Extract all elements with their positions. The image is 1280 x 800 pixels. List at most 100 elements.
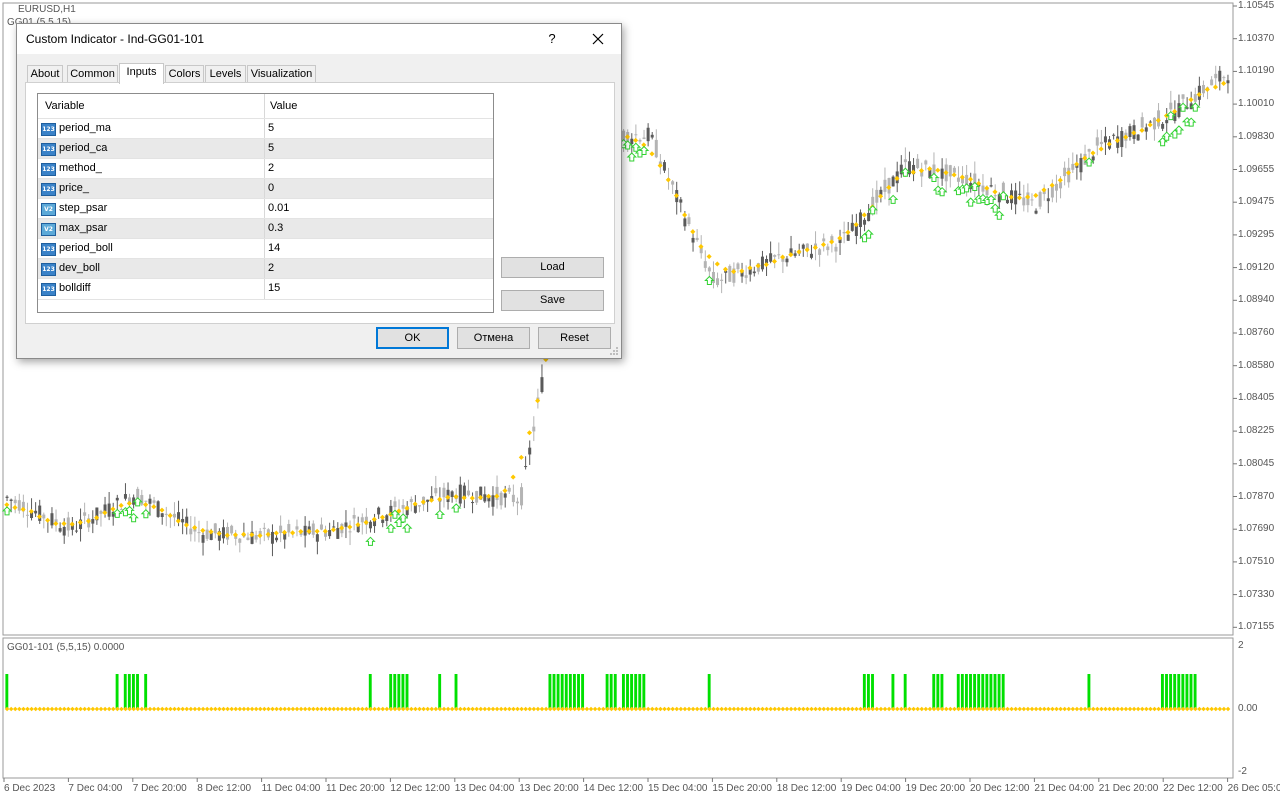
param-value[interactable]: 0 <box>268 182 274 194</box>
param-value[interactable]: 14 <box>268 242 280 254</box>
candle-body <box>1148 121 1152 123</box>
time-tick-label: 13 Dec 04:00 <box>454 783 515 794</box>
candle-body <box>899 164 903 175</box>
candle-body <box>646 127 650 142</box>
ma-dot <box>36 514 43 520</box>
zero-line-dot <box>846 706 851 712</box>
ma-dot <box>690 229 696 235</box>
ma-dot <box>796 249 802 255</box>
tab-visualization[interactable]: Visualization <box>247 65 316 83</box>
ma-dot <box>665 177 671 183</box>
ma-dot <box>322 528 328 534</box>
zero-line-dot <box>874 706 880 712</box>
param-value[interactable]: 15 <box>268 282 280 294</box>
param-value[interactable]: 5 <box>268 122 274 134</box>
zero-line-dot <box>719 706 724 712</box>
ma-dot <box>420 499 426 505</box>
zero-line-dot <box>776 706 782 712</box>
tab-colors[interactable]: Colors <box>165 65 204 83</box>
ma-dot <box>502 488 508 494</box>
candle-body <box>638 139 642 142</box>
ma-dot <box>363 519 369 525</box>
zero-line-dot <box>858 706 863 712</box>
param-value[interactable]: 2 <box>268 162 274 174</box>
candle-body <box>728 265 732 282</box>
table-row[interactable]: 123 period_ca 5 <box>38 138 493 159</box>
candle-body <box>499 492 503 506</box>
param-value[interactable]: 0.01 <box>268 202 289 214</box>
load-button[interactable]: Load <box>501 257 604 278</box>
ok-button[interactable]: OK <box>376 327 449 349</box>
cancel-button[interactable]: Отмена <box>457 327 530 349</box>
zero-line-dot <box>245 706 251 712</box>
candle-body <box>1063 167 1067 177</box>
zero-line-dot <box>21 706 26 712</box>
candle-body <box>230 525 234 534</box>
ma-dot <box>486 493 492 499</box>
reset-button[interactable]: Reset <box>538 327 611 349</box>
resize-grip-icon[interactable] <box>609 346 619 356</box>
zero-line-dot <box>788 706 794 712</box>
ma-dot <box>118 502 124 509</box>
zero-line-dot <box>180 706 185 712</box>
tab-about[interactable]: About <box>27 65 63 83</box>
cell-divider <box>264 139 265 159</box>
candle-body <box>1152 117 1156 130</box>
column-header-variable[interactable]: Variable <box>45 94 85 118</box>
ma-dot <box>780 254 786 260</box>
ma-dot <box>126 500 132 506</box>
save-button[interactable]: Save <box>501 290 604 311</box>
zero-line-dot <box>62 706 67 712</box>
ma-dot <box>273 530 279 536</box>
close-icon <box>592 33 604 45</box>
table-row[interactable]: 123 period_ma 5 <box>38 118 493 139</box>
candle-body <box>25 514 29 516</box>
param-value[interactable]: 5 <box>268 142 274 154</box>
table-row[interactable]: 123 method_ 2 <box>38 158 493 179</box>
table-row[interactable]: 123 dev_boll 2 <box>38 258 493 279</box>
param-value[interactable]: 0.3 <box>268 222 283 234</box>
integer-type-icon: 123 <box>41 123 56 136</box>
ma-dot <box>788 252 794 258</box>
time-tick-label: 26 Dec 05:00 <box>1227 783 1280 794</box>
price-tick-label: 1.07155 <box>1238 621 1275 633</box>
histogram-bar <box>1165 674 1168 709</box>
tab-common[interactable]: Common <box>67 65 118 83</box>
ma-dot <box>167 513 173 519</box>
candle-body <box>1054 183 1058 191</box>
candle-body <box>295 526 299 530</box>
ma-dot <box>200 527 206 533</box>
candle-body <box>650 134 654 138</box>
ma-dot <box>94 515 100 521</box>
candle-body <box>1226 80 1230 84</box>
dialog-titlebar[interactable]: Custom Indicator - Ind-GG01-101 ? <box>17 24 621 54</box>
zero-line-dot <box>1005 706 1010 712</box>
table-row[interactable]: V2 max_psar 0.3 <box>38 218 493 239</box>
ma-dot <box>510 474 516 480</box>
table-row[interactable]: 123 bolldiff 15 <box>38 278 493 300</box>
help-button[interactable]: ? <box>541 28 563 50</box>
zero-line-dot <box>49 706 55 712</box>
ma-dot <box>412 501 418 507</box>
tab-inputs[interactable]: Inputs <box>119 63 164 84</box>
close-button[interactable] <box>585 28 611 50</box>
price-tick-label: 1.07330 <box>1238 588 1275 600</box>
candle-body <box>238 538 242 543</box>
ma-dot <box>1114 138 1121 144</box>
zero-line-dot <box>25 706 30 712</box>
param-value[interactable]: 2 <box>268 262 274 274</box>
table-row[interactable]: V2 step_psar 0.01 <box>38 198 493 219</box>
table-row[interactable]: 123 period_boll 14 <box>38 238 493 259</box>
ma-dot <box>1155 117 1161 123</box>
zero-line-dot <box>17 706 22 712</box>
column-header-value[interactable]: Value <box>270 94 297 118</box>
candle-body <box>875 189 879 203</box>
psar-arrow <box>867 205 878 215</box>
zero-line-dot <box>168 706 173 712</box>
tab-levels[interactable]: Levels <box>205 65 246 83</box>
zero-line-dot <box>29 706 34 712</box>
table-row[interactable]: 123 price_ 0 <box>38 178 493 199</box>
price-tick-label: 1.09475 <box>1238 196 1275 208</box>
zero-line-dot <box>519 706 524 712</box>
zero-line-dot <box>948 706 953 712</box>
